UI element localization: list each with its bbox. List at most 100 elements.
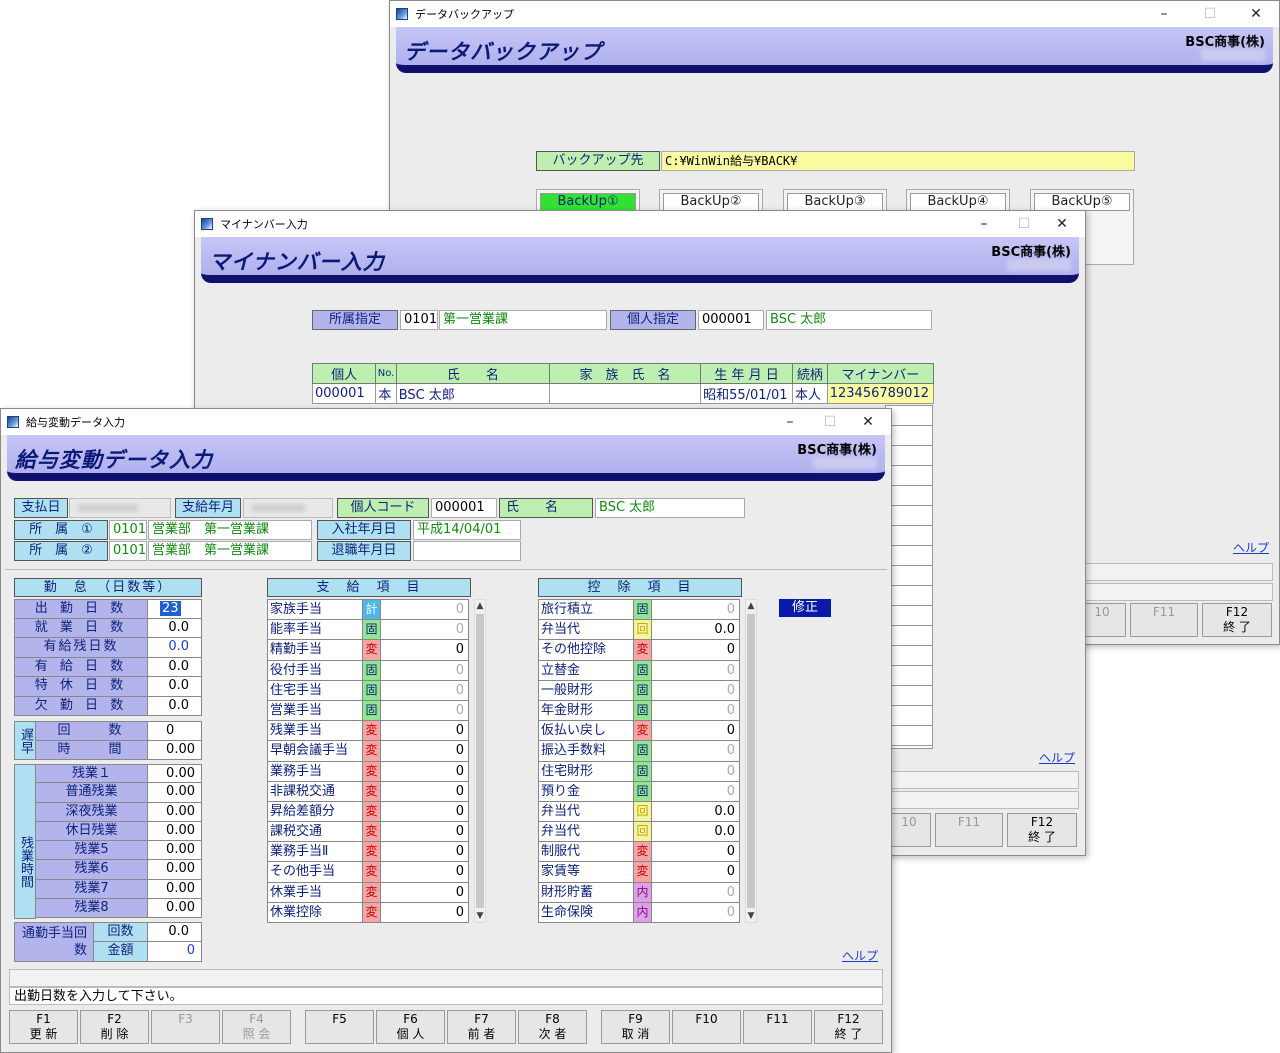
cell-relation[interactable]: 本人 — [792, 383, 828, 404]
item-value-input[interactable]: 0 — [652, 721, 740, 742]
f7-key[interactable]: F7 前 者 — [447, 1010, 516, 1044]
help-link[interactable]: ヘルプ — [1233, 539, 1269, 556]
item-value-input[interactable]: 0 — [381, 862, 469, 883]
late-row[interactable]: 回 数0 — [36, 721, 202, 741]
backup-dest-input[interactable]: C:¥WinWin給与¥BACK¥ — [661, 151, 1135, 171]
list-item[interactable]: 非課税交通変 0 — [267, 781, 469, 802]
cell-code[interactable]: 000001 — [311, 383, 377, 404]
cell-mynumber[interactable]: 123456789012 — [826, 383, 935, 404]
list-item[interactable]: 生命保険内 0 — [538, 902, 740, 923]
dept1-code[interactable]: 0101 — [109, 520, 147, 540]
work-days-input[interactable]: 23 — [148, 599, 202, 634]
item-value-input[interactable]: 0 — [381, 700, 469, 722]
item-value-input[interactable]: 0 — [381, 721, 469, 742]
list-item[interactable]: 精勤手当変 0 — [267, 640, 469, 661]
scroll-thumb[interactable] — [476, 614, 484, 908]
f10-key[interactable]: F10 — [672, 1010, 741, 1044]
list-item[interactable]: 家族手当計 0 — [267, 600, 469, 621]
item-value-input[interactable]: 0 — [381, 620, 469, 641]
help-link[interactable]: ヘルプ — [1039, 749, 1075, 766]
list-item[interactable]: 一般財形固 0 — [538, 680, 740, 701]
pay-month-input[interactable] — [243, 498, 333, 518]
item-value-input[interactable]: 0 — [652, 882, 740, 903]
list-item[interactable]: 年金財形固 0 — [538, 700, 740, 722]
list-item[interactable]: 業務手当変 0 — [267, 761, 469, 782]
person-code-input[interactable]: 000001 — [431, 498, 497, 518]
payment-scrollbar[interactable]: ▲ ▼ — [474, 599, 486, 923]
f6-key[interactable]: F6 個 人 — [376, 1010, 445, 1044]
list-item[interactable]: 財形貯蓄内 0 — [538, 882, 740, 903]
f12-key[interactable]: F12 終 了 — [1007, 813, 1077, 847]
title-bar[interactable]: 給与変動データ入力 – ☐ ✕ — [1, 409, 891, 435]
list-item[interactable]: 弁当代回 0.0 — [538, 801, 740, 823]
scroll-down-icon[interactable]: ▼ — [475, 910, 485, 922]
ot-row[interactable]: 残業5 0.00 — [36, 841, 202, 861]
item-value-input[interactable]: 0 — [652, 600, 740, 621]
list-item[interactable]: 能率手当固 0 — [267, 620, 469, 641]
list-item[interactable]: 弁当代回 0.0 — [538, 620, 740, 641]
attendance-row[interactable]: 欠 勤 日 数 0.0 — [14, 696, 202, 716]
ot-row[interactable]: 残業１ 0.00 — [36, 764, 202, 784]
item-value-input[interactable]: 0 — [381, 600, 469, 621]
ot-row[interactable]: 深夜残業 0.00 — [36, 802, 202, 822]
list-item[interactable]: 残業手当変 0 — [267, 721, 469, 742]
item-value-input[interactable]: 0.0 — [652, 620, 740, 641]
person-code-input[interactable]: 000001 — [698, 310, 764, 330]
list-item[interactable]: 住宅手当固 0 — [267, 680, 469, 701]
dept2-code[interactable]: 0101 — [109, 541, 147, 561]
ot-row[interactable]: 休日残業 0.00 — [36, 821, 202, 842]
list-item[interactable]: 家賃等変 0 — [538, 862, 740, 883]
f12-key[interactable]: F12 終 了 — [1202, 603, 1272, 637]
minimize-button[interactable]: – — [1141, 1, 1187, 27]
list-item[interactable]: 昇給差額分変 0 — [267, 801, 469, 823]
pay-date-input[interactable] — [69, 498, 171, 518]
item-value-input[interactable]: 0 — [381, 640, 469, 661]
item-value-input[interactable]: 0 — [381, 781, 469, 802]
ot-row[interactable]: 残業6 0.00 — [36, 860, 202, 880]
f4-key[interactable]: F4 照 会 — [222, 1010, 291, 1044]
late-row[interactable]: 時 間 0.00 — [36, 740, 202, 760]
list-item[interactable]: 制服代変 0 — [538, 842, 740, 863]
scroll-up-icon[interactable]: ▲ — [746, 600, 756, 612]
list-item[interactable]: 休業手当変 0 — [267, 882, 469, 903]
item-value-input[interactable]: 0 — [652, 680, 740, 701]
commute-row[interactable]: 金額 0 — [94, 942, 202, 962]
item-value-input[interactable]: 0 — [652, 640, 740, 661]
dept-code-input[interactable]: 0101 — [400, 310, 438, 330]
item-value-input[interactable]: 0 — [381, 741, 469, 762]
f9-key[interactable]: F9 取 消 — [601, 1010, 670, 1044]
list-item[interactable]: 課税交通変 0 — [267, 822, 469, 843]
attendance-row[interactable]: 出 勤 日 数 23 — [14, 599, 202, 634]
f12-key[interactable]: F12 終 了 — [814, 1010, 883, 1044]
f2-key[interactable]: F2 削 除 — [80, 1010, 149, 1044]
list-item[interactable]: 営業手当固 0 — [267, 700, 469, 722]
list-item[interactable]: 弁当代回 0.0 — [538, 822, 740, 843]
item-value-input[interactable]: 0 — [381, 660, 469, 681]
item-value-input[interactable]: 0 — [652, 781, 740, 802]
item-value-input[interactable]: 0 — [652, 902, 740, 923]
item-value-input[interactable]: 0 — [652, 862, 740, 883]
item-value-input[interactable]: 0.0 — [652, 822, 740, 843]
close-button[interactable]: ✕ — [1233, 1, 1279, 27]
f11-key[interactable]: F11 — [743, 1010, 812, 1044]
cell-family[interactable] — [548, 383, 702, 404]
title-bar[interactable]: データバックアップ – ☐ ✕ — [390, 1, 1279, 27]
item-value-input[interactable]: 0 — [381, 882, 469, 903]
item-value-input[interactable]: 0 — [652, 842, 740, 863]
attendance-row[interactable]: 特 休 日 数 0.0 — [14, 677, 202, 697]
cell-no[interactable]: 本 — [375, 383, 397, 404]
scroll-down-icon[interactable]: ▼ — [746, 910, 756, 922]
f8-key[interactable]: F8 次 者 — [518, 1010, 587, 1044]
list-item[interactable]: 立替金固 0 — [538, 660, 740, 681]
f10-key[interactable]: 10 — [887, 813, 931, 847]
list-item[interactable]: 住宅財形固 0 — [538, 761, 740, 782]
f5-key[interactable]: F5 — [305, 1010, 374, 1044]
help-link[interactable]: ヘルプ — [842, 947, 878, 964]
table-row[interactable]: 000001 本 BSC 太郎 昭和55/01/01 本人 1234567890… — [311, 383, 935, 404]
attendance-row[interactable]: 就 業 日 数 0.0 — [14, 618, 202, 638]
commute-row[interactable]: 回数 0.0 — [94, 922, 202, 942]
ot-row[interactable]: 普通残業 0.00 — [36, 783, 202, 803]
f11-key[interactable]: F11 — [1130, 603, 1198, 637]
attendance-row[interactable]: 有給残日数 0.0 — [14, 638, 202, 658]
close-button[interactable]: ✕ — [845, 409, 891, 435]
